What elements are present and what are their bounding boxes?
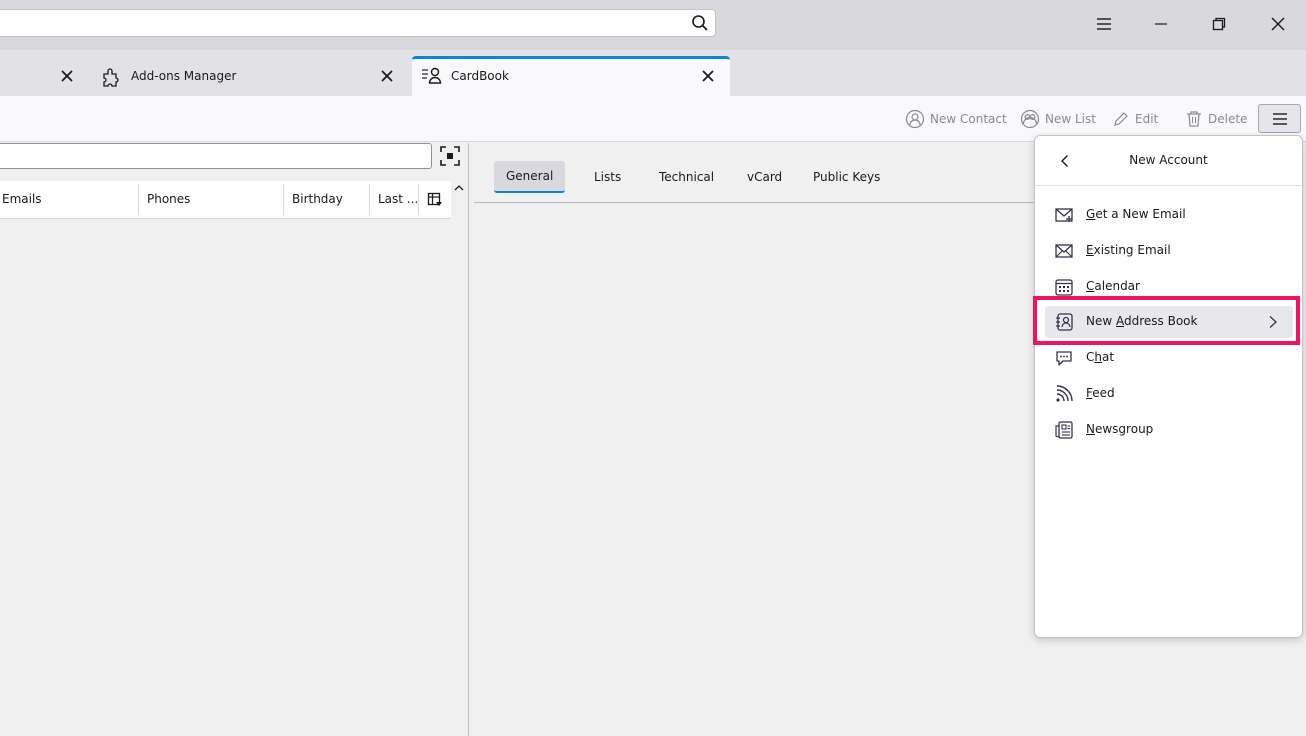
column-separator[interactable] — [283, 184, 284, 215]
tab-general[interactable]: General — [494, 161, 566, 193]
puzzle-icon — [101, 66, 123, 91]
column-last[interactable]: Last ... — [378, 181, 418, 218]
menu-item-label: Feed — [1086, 386, 1115, 400]
search-box[interactable] — [0, 9, 716, 37]
tab-public-keys[interactable]: Public Keys — [801, 161, 892, 193]
contacts-column-header: Emails Phones Birthday Last ... — [0, 181, 451, 219]
scroll-up-arrow[interactable] — [452, 181, 466, 195]
fullscreen-icon — [440, 146, 460, 166]
title-bar — [0, 0, 1306, 50]
new-list-button[interactable]: New List — [1020, 108, 1096, 130]
menu-item-label: Calendar — [1086, 279, 1140, 293]
tab-lists[interactable]: Lists — [582, 161, 633, 193]
delete-label: Delete — [1208, 112, 1248, 126]
menu-icon — [1097, 18, 1111, 30]
column-separator[interactable] — [369, 184, 370, 215]
fullscreen-button[interactable] — [440, 146, 460, 166]
close-icon[interactable] — [379, 68, 395, 84]
tab-label: CardBook — [451, 69, 509, 83]
new-email-icon — [1055, 206, 1073, 224]
minimize-button[interactable] — [1141, 8, 1181, 40]
menu-item-get-new-email[interactable]: Get a New Email — [1045, 199, 1293, 231]
menu-item-feed[interactable]: Feed — [1045, 378, 1293, 410]
new-list-label: New List — [1045, 112, 1096, 126]
search-icon[interactable] — [691, 14, 709, 35]
column-separator[interactable] — [138, 184, 139, 215]
minimize-icon — [1155, 23, 1167, 25]
pane-splitter[interactable] — [468, 143, 469, 736]
highlight-annotation — [1033, 296, 1300, 345]
column-phones[interactable]: Phones — [147, 181, 190, 218]
tab-addons-manager[interactable]: Add-ons Manager — [90, 56, 408, 96]
chat-icon — [1055, 349, 1073, 367]
cardbook-icon — [421, 66, 443, 89]
panel-title: New Account — [1129, 153, 1208, 167]
column-separator[interactable] — [418, 184, 419, 215]
edit-button[interactable]: Edit — [1112, 108, 1158, 130]
feed-icon — [1055, 385, 1073, 403]
trash-icon — [1187, 111, 1201, 127]
menu-item-existing-email[interactable]: Existing Email — [1045, 235, 1293, 267]
tab-vcard[interactable]: vCard — [735, 161, 794, 193]
column-emails[interactable]: Emails — [2, 181, 42, 218]
new-account-panel: New Account Get a New Email Existing Ema… — [1034, 135, 1303, 638]
menu-item-label: Newsgroup — [1086, 422, 1154, 436]
tabs-divider — [474, 202, 1036, 203]
column-picker-icon[interactable] — [427, 192, 443, 211]
newsgroup-icon — [1055, 421, 1073, 439]
chevron-up-icon — [454, 185, 464, 191]
new-contact-label: New Contact — [930, 112, 1007, 126]
contact-search-input[interactable] — [0, 143, 432, 169]
tab-technical[interactable]: Technical — [647, 161, 726, 193]
close-icon[interactable] — [59, 68, 75, 84]
app-menu-button[interactable] — [1084, 8, 1124, 40]
new-contact-button[interactable]: New Contact — [905, 108, 1007, 130]
new-list-icon — [1020, 109, 1040, 129]
menu-icon — [1272, 112, 1287, 125]
close-icon — [1271, 17, 1285, 31]
menu-item-newsgroup[interactable]: Newsgroup — [1045, 414, 1293, 446]
tab-label: Add-ons Manager — [131, 69, 237, 83]
calendar-icon — [1055, 278, 1073, 296]
edit-label: Edit — [1135, 112, 1159, 126]
edit-icon — [1114, 112, 1128, 126]
menu-item-label: Chat — [1086, 350, 1115, 364]
close-icon[interactable] — [700, 68, 716, 84]
column-birthday[interactable]: Birthday — [292, 181, 343, 218]
window-close-button[interactable] — [1258, 8, 1298, 40]
tab-cardbook[interactable]: CardBook — [412, 56, 730, 96]
divider — [1035, 185, 1302, 186]
cardbook-menu-button[interactable] — [1258, 104, 1301, 133]
menu-item-label: Existing Email — [1086, 243, 1171, 257]
email-icon — [1055, 242, 1073, 260]
tab-bar: Add-ons Manager CardBook — [0, 50, 1306, 96]
menu-item-label: Get a New Email — [1086, 207, 1186, 221]
restore-icon — [1212, 17, 1226, 31]
delete-button[interactable]: Delete — [1185, 108, 1247, 130]
restore-button[interactable] — [1199, 8, 1239, 40]
new-contact-icon — [905, 109, 925, 129]
menu-item-chat[interactable]: Chat — [1045, 342, 1293, 374]
tab-previous[interactable] — [0, 56, 88, 96]
